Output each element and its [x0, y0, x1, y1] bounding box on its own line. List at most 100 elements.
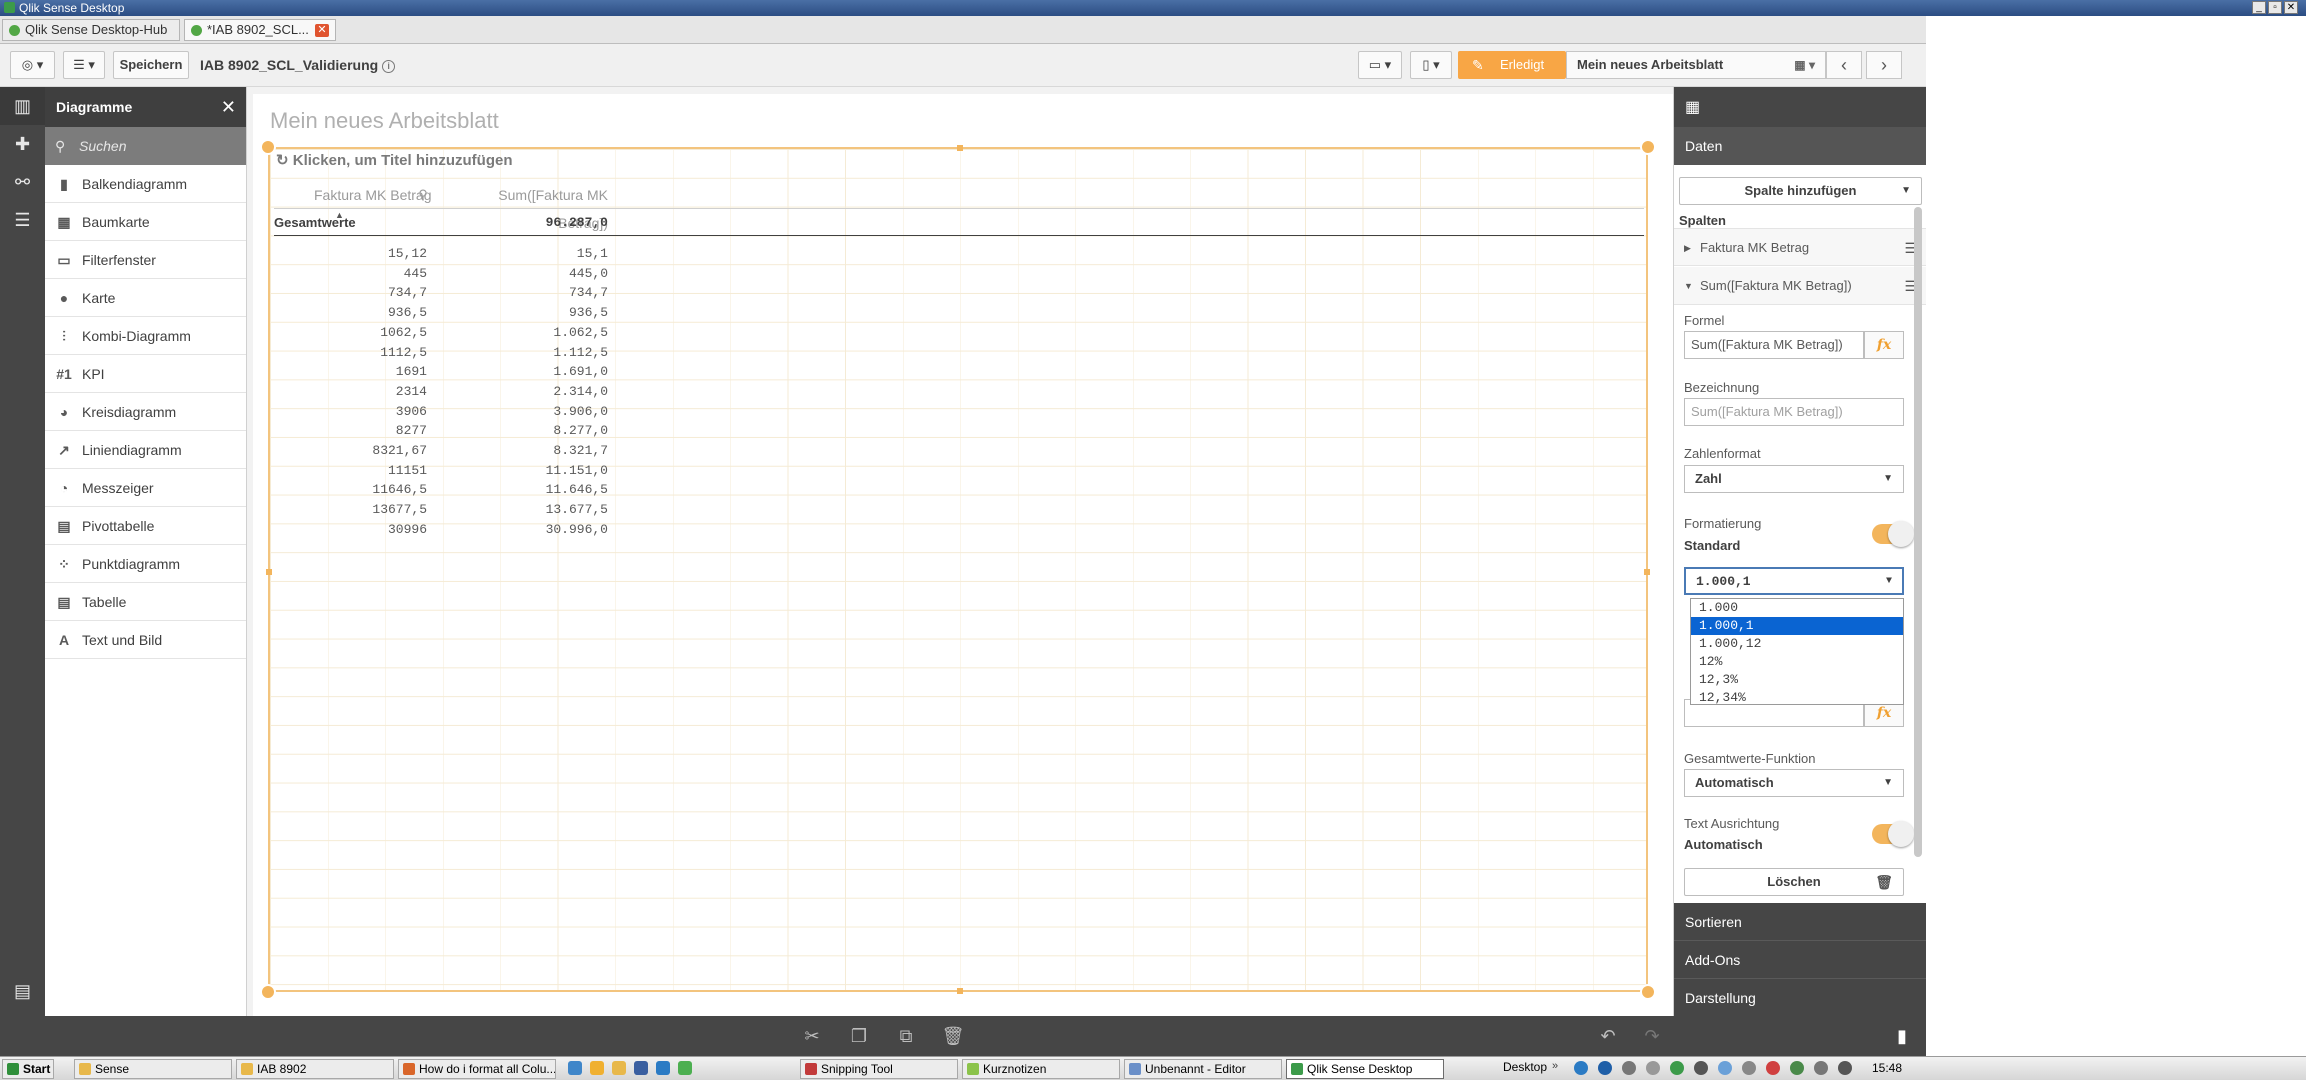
tray-icon[interactable]	[1790, 1061, 1804, 1075]
quick-launch-icon[interactable]	[612, 1061, 626, 1075]
table-cell-dimension[interactable]: 11151	[314, 463, 427, 478]
chart-type-balkendiagramm[interactable]: ▮ Balkendiagramm	[45, 165, 246, 203]
resize-handle-top[interactable]	[957, 145, 963, 151]
object-title-hint[interactable]: ↻ Klicken, um Titel hinzuzufügen	[276, 151, 512, 169]
chart-search-input[interactable]: ⚲ Suchen	[45, 127, 246, 165]
column-row-dimension[interactable]: ▶ Faktura MK Betrag ☰	[1674, 228, 1927, 266]
sheet-title[interactable]: Mein neues Arbeitsblatt	[270, 108, 499, 134]
bookmark-button[interactable]: ▯ ▾	[1410, 51, 1452, 79]
table-cell-dimension[interactable]: 734,7	[314, 285, 427, 300]
chart-type-kreisdiagramm[interactable]: ◕ Kreisdiagramm	[45, 393, 246, 431]
section-sortieren[interactable]: Sortieren	[1674, 903, 1927, 941]
quick-launch-icon[interactable]	[568, 1061, 582, 1075]
table-cell-dimension[interactable]: 11646,5	[314, 482, 427, 497]
formel-input[interactable]: Sum([Faktura MK Betrag])	[1684, 331, 1864, 359]
quick-launch-icon[interactable]	[678, 1061, 692, 1075]
format-option[interactable]: 1.000,12	[1691, 635, 1903, 653]
master-items-tab-icon[interactable]: ⚯	[0, 163, 45, 201]
previous-sheet-button[interactable]: ‹	[1826, 51, 1862, 79]
table-cell-dimension[interactable]: 1691	[314, 364, 427, 379]
cut-icon[interactable]: ✂	[800, 1024, 824, 1048]
tray-icon[interactable]	[1622, 1061, 1636, 1075]
resize-handle-top-right[interactable]	[1640, 139, 1656, 155]
resize-handle-bottom-left[interactable]	[260, 984, 276, 1000]
table-cell-dimension[interactable]: 445	[314, 266, 427, 281]
resize-handle-bottom-right[interactable]	[1640, 984, 1656, 1000]
save-button[interactable]: Speichern	[113, 51, 189, 79]
tab-close-icon[interactable]: ✕	[315, 24, 329, 37]
taskbar-item[interactable]: How do i format all Colu...	[398, 1059, 556, 1079]
close-window-button[interactable]: ✕	[2284, 1, 2298, 14]
resize-handle-left[interactable]	[266, 569, 272, 575]
navigation-menu-button[interactable]: ◎ ▾	[10, 51, 55, 79]
undo-icon[interactable]: ↶	[1596, 1024, 1620, 1048]
taskbar-item[interactable]: Kurznotizen	[962, 1059, 1120, 1079]
charts-tab-icon[interactable]: ▥	[0, 87, 45, 125]
tray-icon[interactable]	[1670, 1061, 1684, 1075]
table-cell-dimension[interactable]: 13677,5	[314, 502, 427, 517]
next-sheet-button[interactable]: ›	[1866, 51, 1902, 79]
format-option[interactable]: 1.000	[1691, 599, 1903, 617]
toggle-panel-icon[interactable]: ▤	[0, 972, 45, 1010]
table-object[interactable]: ↻ Klicken, um Titel hinzuzufügen Faktura…	[260, 139, 1656, 1000]
chart-type-messzeiger[interactable]: ◔ Messzeiger	[45, 469, 246, 507]
tray-icon[interactable]	[1814, 1061, 1828, 1075]
table-cell-dimension[interactable]: 3906	[314, 404, 427, 419]
table-cell-dimension[interactable]: 8277	[314, 423, 427, 438]
toggle-properties-icon[interactable]: ▮	[1890, 1024, 1914, 1048]
section-darstellung[interactable]: Darstellung	[1674, 979, 1927, 1017]
table-cell-dimension[interactable]: 15,12	[314, 246, 427, 261]
chart-type-tabelle[interactable]: ▤ Tabelle	[45, 583, 246, 621]
format-pattern-select[interactable]: 1.000,1 ▼	[1684, 567, 1904, 595]
chart-type-liniendiagramm[interactable]: ↗ Liniendiagramm	[45, 431, 246, 469]
resize-handle-bottom[interactable]	[957, 988, 963, 994]
resize-handle-right[interactable]	[1644, 569, 1650, 575]
tray-icon[interactable]	[1766, 1061, 1780, 1075]
table-cell-dimension[interactable]: 2314	[314, 384, 427, 399]
delete-icon[interactable]: 🗑	[941, 1024, 965, 1048]
tray-icon[interactable]	[1718, 1061, 1732, 1075]
minimize-button[interactable]: _	[2252, 1, 2266, 14]
chart-type-punktdiagramm[interactable]: ⁘ Punktdiagramm	[45, 545, 246, 583]
format-option[interactable]: 12,34%	[1691, 689, 1903, 707]
chart-type-filterfenster[interactable]: ▭ Filterfenster	[45, 241, 246, 279]
delete-button[interactable]: Löschen 🗑	[1684, 868, 1904, 896]
format-option[interactable]: 12,3%	[1691, 671, 1903, 689]
taskbar-item[interactable]: Snipping Tool	[800, 1059, 958, 1079]
expression-editor-button[interactable]: fx	[1864, 331, 1904, 359]
chart-type-text-und-bild[interactable]: A Text und Bild	[45, 621, 246, 659]
tray-icon[interactable]	[1694, 1061, 1708, 1075]
formatierung-toggle[interactable]	[1872, 521, 1914, 547]
table-cell-dimension[interactable]: 1112,5	[314, 345, 427, 360]
sheet-selector[interactable]: Mein neues Arbeitsblatt ▦ ▾	[1566, 51, 1826, 79]
quick-launch-icon[interactable]	[590, 1061, 604, 1075]
format-option[interactable]: 1.000,1	[1691, 617, 1903, 635]
start-button[interactable]: Start	[2, 1059, 54, 1079]
duplicate-icon[interactable]: ⧉	[894, 1024, 918, 1048]
column-row-measure[interactable]: ▼ Sum([Faktura MK Betrag]) ☰	[1674, 267, 1927, 305]
taskbar-item[interactable]: Unbenannt - Editor	[1124, 1059, 1282, 1079]
table-cell-dimension[interactable]: 30996	[314, 522, 427, 537]
tab-hub[interactable]: Qlik Sense Desktop-Hub	[2, 19, 180, 41]
fields-tab-icon[interactable]: ☰	[0, 201, 45, 239]
properties-scrollbar[interactable]	[1914, 207, 1922, 857]
toolbar-expand-icon[interactable]: »	[1552, 1060, 1558, 1072]
copy-icon[interactable]: ❐	[847, 1024, 871, 1048]
taskbar-item[interactable]: Sense	[74, 1059, 232, 1079]
done-button[interactable]: ✎ Erledigt	[1458, 51, 1566, 79]
redo-icon[interactable]: ↷	[1640, 1024, 1664, 1048]
section-daten[interactable]: Daten	[1674, 127, 1927, 165]
taskbar-item[interactable]: IAB 8902	[236, 1059, 394, 1079]
quick-launch-icon[interactable]	[634, 1061, 648, 1075]
chart-type-baumkarte[interactable]: ▦ Baumkarte	[45, 203, 246, 241]
taskbar-item[interactable]: Qlik Sense Desktop	[1286, 1059, 1444, 1079]
resize-handle-top-left[interactable]	[260, 139, 276, 155]
tab-app[interactable]: *IAB 8902_SCL... ✕	[184, 19, 336, 41]
gesamt-select[interactable]: Automatisch ▼	[1684, 769, 1904, 797]
table-cell-dimension[interactable]: 936,5	[314, 305, 427, 320]
tray-icon[interactable]	[1646, 1061, 1660, 1075]
column-header-measure[interactable]: Sum([Faktura MK Betrag])	[488, 181, 608, 231]
restore-button[interactable]: ▫	[2268, 1, 2282, 14]
info-icon[interactable]: i	[382, 60, 396, 73]
zahlenformat-select[interactable]: Zahl ▼	[1684, 465, 1904, 493]
